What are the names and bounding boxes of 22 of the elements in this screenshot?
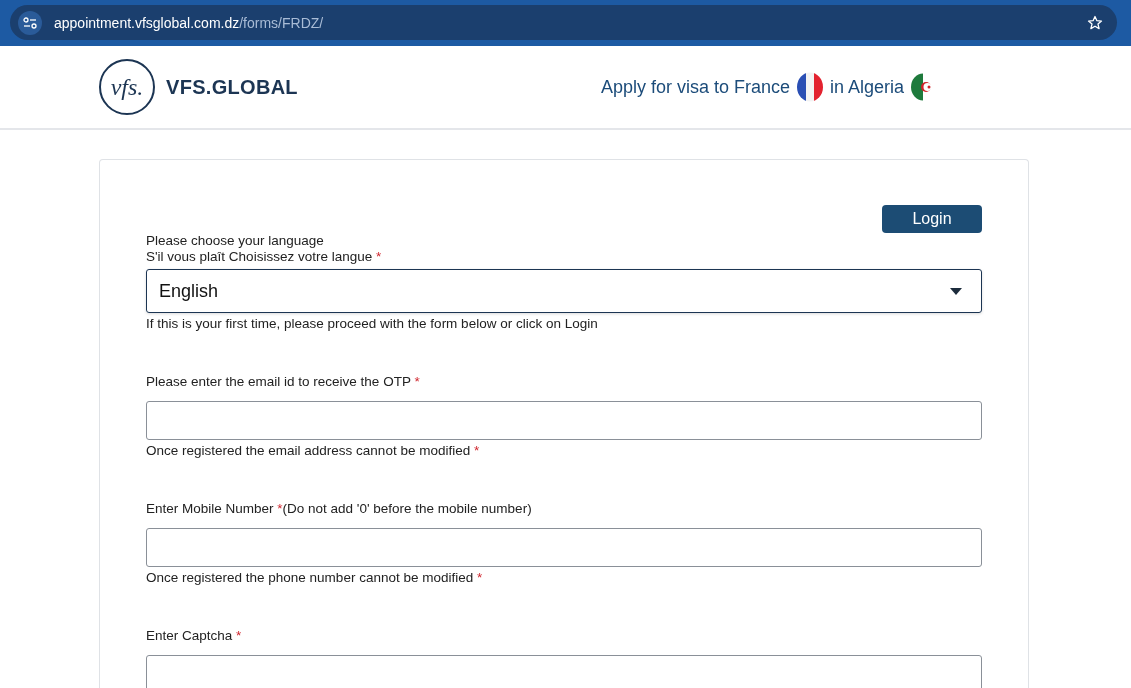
field-note: Once registered the email address cannot be modified * <box>146 443 481 458</box>
field-note: Once registered the phone number cannot be modified * <box>146 570 484 585</box>
field-label: Enter Mobile Number *(Do not add '0' before the mobile number) <box>146 501 533 517</box>
address-bar[interactable]: appointment.vfsglobal.com.dz/forms/FRDZ/ <box>10 5 1117 40</box>
text-input[interactable] <box>146 528 982 567</box>
dropdown-caret-icon <box>950 287 962 295</box>
france-flag-icon <box>796 72 824 102</box>
login-button[interactable]: Login <box>882 205 982 233</box>
url-text: appointment.vfsglobal.com.dz/forms/FRDZ/ <box>54 14 325 31</box>
tagline-text: in Algeria <box>830 76 905 98</box>
language-label: Please choose your language S'il vous plaît Choisissez votre langue * <box>146 233 383 265</box>
field-label: Enter Captcha * <box>146 628 243 644</box>
logo-mark: vfs. <box>99 59 155 115</box>
tagline-text: Apply for visa to France <box>600 76 790 98</box>
text-input[interactable] <box>146 401 982 440</box>
bookmark-star-icon[interactable] <box>1087 14 1103 31</box>
site-settings-icon[interactable] <box>18 10 42 35</box>
logo-text: VFS.GLOBAL <box>166 75 298 99</box>
text-input[interactable] <box>146 655 982 688</box>
field-label: Please enter the email id to receive the OTP * <box>146 374 421 390</box>
help-text: If this is your first time, please proceed with the form below or click on Login <box>146 316 599 331</box>
language-select[interactable]: English <box>146 269 982 313</box>
